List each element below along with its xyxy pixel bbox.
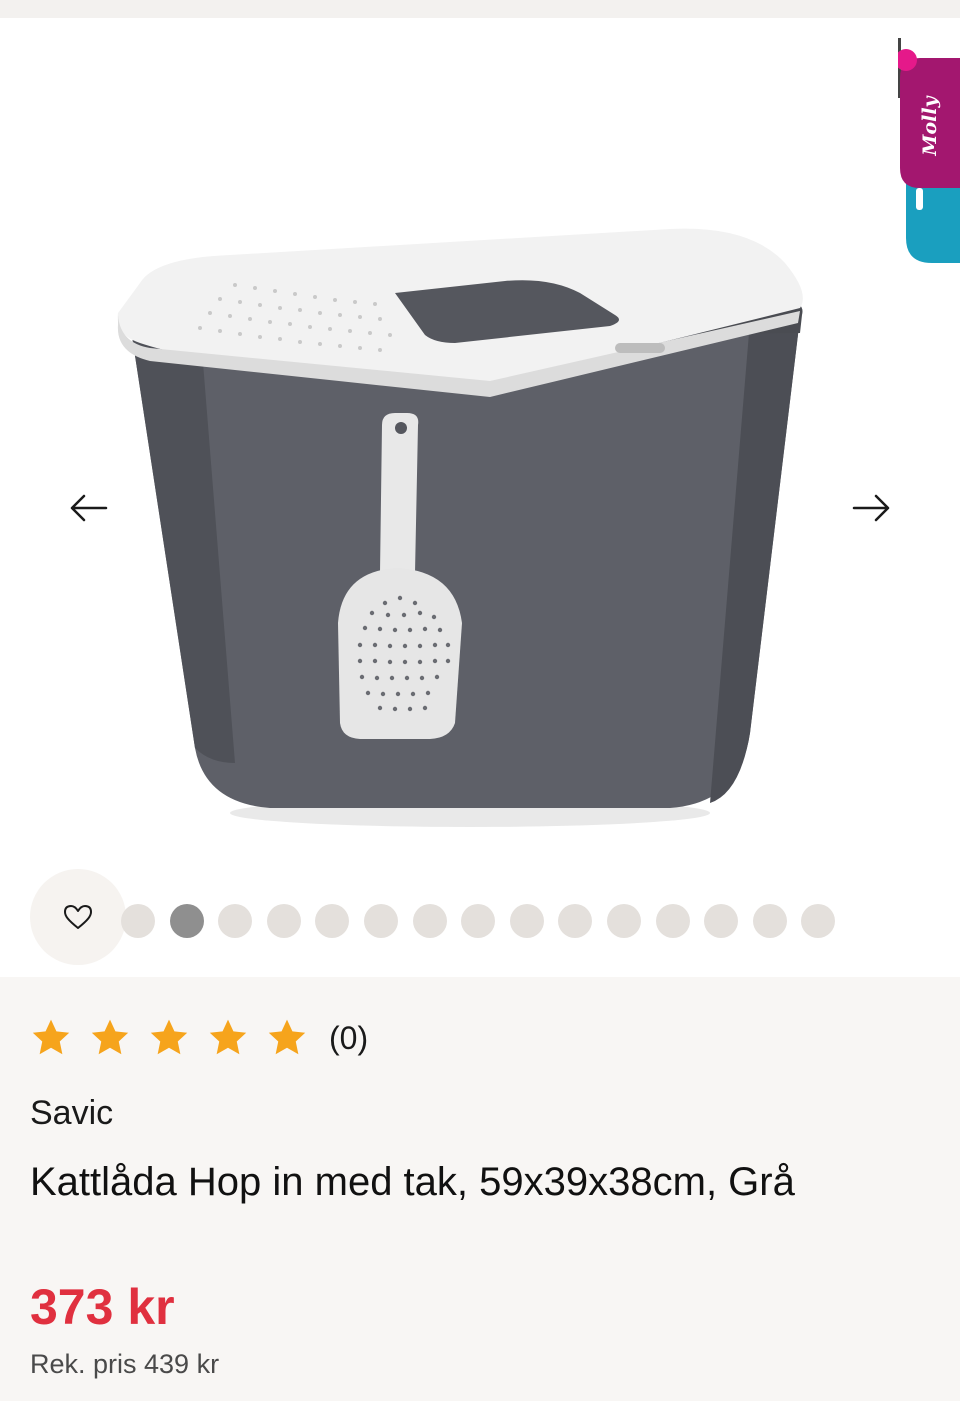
recommended-price: Rek. pris 439 kr [30,1349,220,1379]
product-gallery[interactable]: Molly [0,18,960,977]
star-icon [209,1019,247,1055]
star-icon [150,1019,188,1055]
product-info: (0) Savic Kattlåda Hop in med tak, 59x39… [0,977,960,1401]
product-price: 373 kr [30,1279,175,1335]
favorite-button[interactable] [30,869,126,965]
pagination-dot[interactable] [169,904,204,938]
molly-side-badge[interactable]: Molly [898,38,960,263]
star-icon [32,1019,70,1055]
rating-count[interactable]: (0) [329,1020,368,1057]
rating[interactable]: (0) [30,1017,368,1059]
pagination-dot[interactable] [801,904,836,938]
arrow-right-icon [852,494,890,522]
product-title: Kattlåda Hop in med tak, 59x39x38cm, Grå [30,1160,795,1204]
molly-badge-label: Molly [919,94,941,156]
pagination-dot[interactable] [218,904,253,938]
product-image [117,228,803,827]
pagination-dot[interactable] [558,904,593,938]
pagination-dot[interactable] [461,904,496,938]
heart-icon [64,905,92,929]
image-pagination-dots [121,904,836,938]
pagination-dot[interactable] [509,904,544,938]
pagination-dot[interactable] [315,904,350,938]
top-bar [0,0,960,18]
star-icon [268,1019,306,1055]
pagination-dot[interactable] [752,904,787,938]
pagination-dot[interactable] [655,904,690,938]
star-icon [91,1019,129,1055]
pagination-dot[interactable] [606,904,641,938]
arrow-left-icon [70,494,108,522]
brand-name[interactable]: Savic [30,1094,113,1133]
previous-image-button[interactable] [58,478,118,538]
next-image-button[interactable] [842,478,902,538]
pagination-dot[interactable] [412,904,447,938]
pagination-dot[interactable] [704,904,739,938]
rating-stars [30,1017,325,1059]
pagination-dot[interactable] [121,904,155,938]
pagination-dot[interactable] [363,904,398,938]
pagination-dot[interactable] [266,904,301,938]
